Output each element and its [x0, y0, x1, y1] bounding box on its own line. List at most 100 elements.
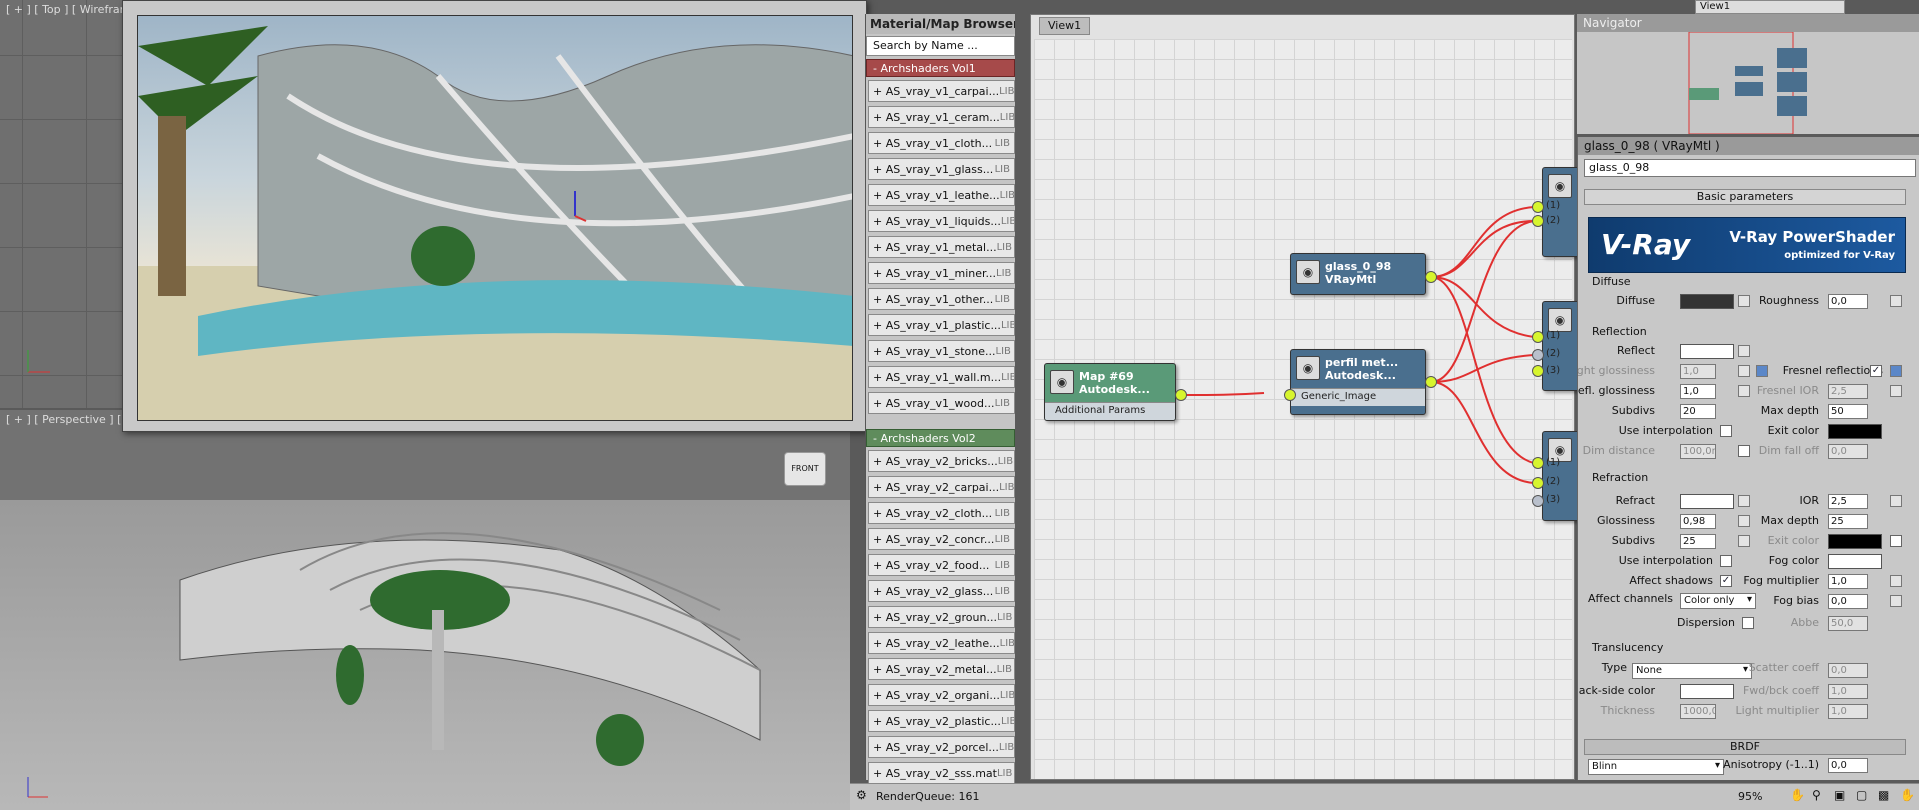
zoom-extents-icon[interactable]: ▢ — [1856, 788, 1867, 802]
browser-library-item[interactable]: + AS_vray_v2_porcel... LIB — [868, 736, 1015, 758]
browser-library-item[interactable]: + AS_vray_v1_miner... LIB — [868, 262, 1015, 284]
socket-t1-1[interactable] — [1532, 201, 1544, 213]
navigator-view-select[interactable]: View1 — [1695, 0, 1845, 14]
affect-channels-dropdown[interactable]: Color only — [1680, 593, 1756, 609]
material-parameters-panel[interactable]: glass_0_98 ( VRayMtl ) glass_0_98 Basic … — [1577, 137, 1919, 780]
roughness-field[interactable]: 0,0 — [1828, 294, 1868, 309]
pan-hand-icon[interactable]: ✋ — [1790, 788, 1805, 802]
glossiness-field[interactable]: 0,98 — [1680, 514, 1716, 529]
refl-gloss-field[interactable]: 1,0 — [1680, 384, 1716, 399]
dispersion-checkbox[interactable] — [1742, 617, 1754, 629]
backside-swatch[interactable] — [1680, 684, 1734, 699]
socket-t3-3[interactable] — [1532, 495, 1544, 507]
refl-interp-checkbox[interactable] — [1720, 425, 1732, 437]
browser-library-item[interactable]: + AS_vray_v2_food... LIB — [868, 554, 1015, 576]
render-frame-window[interactable] — [122, 0, 867, 432]
gear-icon[interactable]: ⚙ — [856, 788, 867, 802]
browser-library-item[interactable]: + AS_vray_v2_groun... LIB — [868, 606, 1015, 628]
slate-node-view[interactable]: View1 ◉ Map #69 Autodesk... Additional Par… — [1030, 14, 1582, 780]
material-name-field[interactable]: glass_0_98 — [1584, 159, 1916, 177]
zoom-region-icon[interactable]: ▣ — [1834, 788, 1845, 802]
fog-mult-field[interactable]: 1,0 — [1828, 574, 1868, 589]
ior-field[interactable]: 2,5 — [1828, 494, 1868, 509]
refract-swatch[interactable] — [1680, 494, 1734, 509]
fog-bias-map-button[interactable] — [1890, 595, 1902, 607]
browser-library-item[interactable]: + AS_vray_v2_plastic... LIB — [868, 710, 1015, 732]
browser-group-vol1[interactable]: - Archshaders Vol1 — [866, 59, 1015, 77]
viewport-perspective[interactable]: [ + ] [ Perspective ] [ Shaded ] FRONT — [0, 410, 850, 810]
refr-max-depth-field[interactable]: 25 — [1828, 514, 1868, 529]
browser-group-vol2[interactable]: - Archshaders Vol2 — [866, 429, 1015, 447]
thickness-field[interactable]: 1000,0 — [1680, 704, 1716, 719]
browser-library-item[interactable]: + AS_vray_v2_leathe... LIB — [868, 632, 1015, 654]
refr-interp-checkbox[interactable] — [1720, 555, 1732, 567]
browser-library-item[interactable]: + AS_vray_v1_plastic... LIB — [868, 314, 1015, 336]
node-target-2[interactable]: ◉ — [1542, 301, 1582, 391]
fresnel-ior-field[interactable]: 2,5 — [1828, 384, 1868, 399]
dim-distance-field[interactable]: 100,0m — [1680, 444, 1716, 459]
tab-view1[interactable]: View1 — [1039, 17, 1091, 35]
socket-t2-1[interactable] — [1532, 331, 1544, 343]
socket-map69-out[interactable] — [1175, 389, 1187, 401]
hilight-lock-button[interactable] — [1756, 365, 1768, 377]
browser-library-item[interactable]: + AS_vray_v1_glass... LIB — [868, 158, 1015, 180]
browser-library-item[interactable]: + AS_vray_v1_metal... LIB — [868, 236, 1015, 258]
node-canvas[interactable]: ◉ Map #69 Autodesk... Additional Params ◉ g… — [1034, 39, 1582, 779]
reflect-map-button[interactable] — [1738, 345, 1750, 357]
browser-library-item[interactable]: + AS_vray_v2_sss.mat LIB — [868, 762, 1015, 784]
node-perfil-sub[interactable]: Generic_Image — [1291, 388, 1425, 406]
browser-library-item[interactable]: + AS_vray_v1_liquids... LIB — [868, 210, 1015, 232]
dim-distance-checkbox[interactable] — [1738, 445, 1750, 457]
socket-t1-2[interactable] — [1532, 215, 1544, 227]
material-map-browser[interactable]: Material/Map Browser Search by Name ... … — [865, 14, 1015, 784]
rollout-brdf[interactable]: BRDF — [1584, 739, 1906, 755]
hilight-map-button[interactable] — [1738, 365, 1750, 377]
refl-gloss-map-button[interactable] — [1738, 385, 1750, 397]
fog-color-swatch[interactable] — [1828, 554, 1882, 569]
browser-library-item[interactable]: + AS_vray_v2_bricks... LIB — [868, 450, 1015, 472]
fog-bias-field[interactable]: 0,0 — [1828, 594, 1868, 609]
scatter-field[interactable]: 0,0 — [1828, 663, 1868, 678]
refl-max-depth-field[interactable]: 50 — [1828, 404, 1868, 419]
browser-library-item[interactable]: + AS_vray_v2_metal... LIB — [868, 658, 1015, 680]
browser-library-item[interactable]: + AS_vray_v2_cloth... LIB — [868, 502, 1015, 524]
socket-t2-2[interactable] — [1532, 349, 1544, 361]
rollout-basic-params[interactable]: Basic parameters — [1584, 189, 1906, 205]
glossiness-map-button[interactable] — [1738, 515, 1750, 527]
zoom-extents-all-icon[interactable]: ▩ — [1878, 788, 1889, 802]
refr-exit-color-checkbox[interactable] — [1890, 535, 1902, 547]
browser-library-item[interactable]: + AS_vray_v2_glass... LIB — [868, 580, 1015, 602]
refr-exit-color-swatch[interactable] — [1828, 534, 1882, 549]
refr-subdivs-map-button[interactable] — [1738, 535, 1750, 547]
zoom-level[interactable]: 95% — [1738, 790, 1762, 803]
browser-library-item[interactable]: + AS_vray_v1_cloth... LIB — [868, 132, 1015, 154]
fog-mult-map-button[interactable] — [1890, 575, 1902, 587]
browser-search-input[interactable]: Search by Name ... — [866, 36, 1015, 56]
socket-glass-out[interactable] — [1425, 271, 1437, 283]
browser-library-item[interactable]: + AS_vray_v1_other... LIB — [868, 288, 1015, 310]
translucency-type-dropdown[interactable]: None — [1632, 663, 1752, 679]
fresnel-ior-map-button[interactable] — [1890, 385, 1902, 397]
browser-library-item[interactable]: + AS_vray_v1_stone... LIB — [868, 340, 1015, 362]
node-target-1[interactable]: ◉ — [1542, 167, 1582, 257]
node-perfil[interactable]: ◉ perfil met... Autodesk... Generic_Image — [1290, 349, 1426, 415]
socket-perfil-out[interactable] — [1425, 376, 1437, 388]
browser-library-item[interactable]: + AS_vray_v2_concr... LIB — [868, 528, 1015, 550]
node-glass[interactable]: ◉ glass_0_98 VRayMtl — [1290, 253, 1426, 295]
refract-map-button[interactable] — [1738, 495, 1750, 507]
navigator-panel[interactable]: Navigator View1 — [1577, 0, 1919, 134]
brdf-dropdown[interactable]: Blinn — [1588, 759, 1724, 775]
socket-t3-2[interactable] — [1532, 477, 1544, 489]
socket-perfil-in[interactable] — [1284, 389, 1296, 401]
browser-library-item[interactable]: + AS_vray_v2_carpai... LIB — [868, 476, 1015, 498]
anisotropy-field[interactable]: 0,0 — [1828, 758, 1868, 773]
browser-library-item[interactable]: + AS_vray_v1_wall.m... LIB — [868, 366, 1015, 388]
affect-shadows-checkbox[interactable]: ✓ — [1720, 575, 1732, 587]
refl-subdivs-field[interactable]: 20 — [1680, 404, 1716, 419]
browser-library-item[interactable]: + AS_vray_v1_ceram... LIB — [868, 106, 1015, 128]
pan-view-icon[interactable]: ✋ — [1900, 788, 1915, 802]
refr-subdivs-field[interactable]: 25 — [1680, 534, 1716, 549]
browser-library-item[interactable]: + AS_vray_v1_leathe... LIB — [868, 184, 1015, 206]
light-mult-field[interactable]: 1,0 — [1828, 704, 1868, 719]
ior-map-button[interactable] — [1890, 495, 1902, 507]
